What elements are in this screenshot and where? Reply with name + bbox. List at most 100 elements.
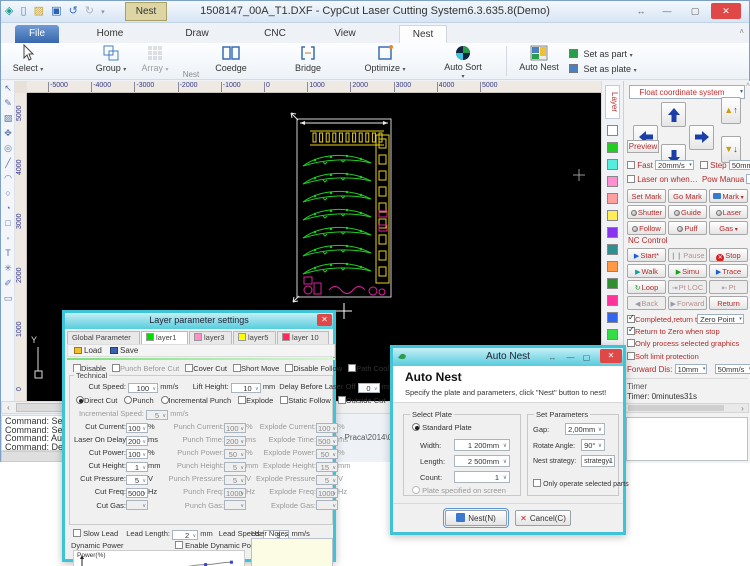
option-row[interactable]: Only process selected graphics — [627, 339, 739, 348]
step-combo[interactable]: 50mm — [729, 160, 750, 170]
nest-strategy-combo[interactable]: strategy1 — [581, 455, 615, 467]
minimize-button[interactable]: — — [655, 3, 679, 19]
auto-nest-titlebar[interactable]: Auto Nest ↔ — ▢ ✕ — [393, 348, 623, 366]
mark-button[interactable]: Mark ▾ — [709, 189, 748, 203]
set-as-plate-button[interactable]: Set as plate ▾ — [569, 62, 637, 76]
load-button[interactable]: Load — [74, 346, 102, 355]
layer-color-swatch[interactable] — [607, 193, 618, 204]
only-selected-row[interactable]: Only operate selected parts — [533, 479, 629, 488]
layer-color-swatch[interactable] — [607, 295, 618, 306]
cut-param-combo[interactable]: 5 — [126, 475, 148, 485]
delay-combo[interactable]: 0 — [358, 383, 380, 393]
group-button[interactable]: Group ▾ — [93, 44, 129, 73]
layer-option-checkbox[interactable] — [185, 364, 193, 372]
nest-close-button[interactable]: ✕ — [600, 349, 622, 363]
nest-minimize-button[interactable]: — — [564, 349, 577, 366]
star-tool-icon[interactable]: ✳ — [1, 261, 15, 276]
layer-check-4[interactable]: Disable Follow — [285, 364, 342, 373]
tab-nest[interactable]: Nest — [399, 25, 447, 43]
layer-color-swatch[interactable] — [607, 312, 618, 323]
line-tool-icon[interactable]: ╱ — [1, 156, 15, 171]
layer-option-checkbox[interactable] — [348, 364, 356, 372]
tab-draw[interactable]: Draw — [175, 25, 219, 43]
layer-tab-2[interactable]: layer3 — [189, 331, 232, 344]
simu-button[interactable]: ▶Simu — [668, 264, 707, 278]
plate-tool-icon[interactable]: ▭ — [1, 291, 15, 306]
plate-count-combo[interactable]: 1 — [454, 471, 510, 483]
option-row[interactable]: Completed,return tZero Point — [627, 314, 744, 324]
tab-file[interactable]: File — [15, 25, 59, 43]
text-tool-icon[interactable]: T — [1, 246, 15, 261]
close-button[interactable]: ✕ — [711, 3, 741, 19]
coedge-button[interactable]: Coedge — [209, 44, 253, 73]
option-row[interactable]: Soft limit protection — [627, 352, 699, 361]
rect-tool-icon[interactable]: □ — [1, 216, 15, 231]
forward-speed-combo[interactable]: 50mm/s — [715, 364, 750, 374]
layer-tab-3[interactable]: layer5 — [233, 331, 276, 344]
power-combo[interactable]: 100% — [746, 174, 750, 184]
puff-button[interactable]: Puff — [668, 221, 707, 235]
nozzle-down-button[interactable]: ▼↓ — [721, 136, 741, 163]
layer-color-swatch[interactable] — [607, 125, 618, 136]
layer-color-swatch[interactable] — [607, 210, 618, 221]
follow-button[interactable]: Follow — [627, 221, 666, 235]
mode-5[interactable]: Outside Cut — [338, 396, 386, 405]
slow-lead-checkbox[interactable] — [73, 529, 81, 537]
mode-checkbox[interactable] — [280, 396, 288, 404]
cut-param-combo[interactable]: 100 — [126, 423, 148, 433]
layer-check-5[interactable]: Path Cool — [348, 364, 389, 373]
fill-tool-icon[interactable]: ▨ — [1, 111, 15, 126]
layer-color-swatch[interactable] — [607, 261, 618, 272]
mode-radio[interactable] — [161, 396, 169, 404]
plate-length-combo[interactable]: 2 500mm — [454, 455, 510, 467]
layer-dialog-close-icon[interactable]: ✕ — [317, 314, 332, 326]
rotate-angle-combo[interactable]: 90° — [581, 439, 605, 451]
option-checkbox[interactable] — [627, 339, 635, 347]
trace-button[interactable]: ▶Trace — [709, 264, 748, 278]
cut-param-combo[interactable]: 100 — [126, 449, 148, 459]
cut-speed-combo[interactable]: 100 — [128, 383, 158, 393]
mode-3[interactable]: Explode — [238, 396, 273, 405]
layer-dialog-titlebar[interactable]: Layer parameter settings ✕ — [65, 313, 333, 329]
plate-width-combo[interactable]: 1 200mm — [454, 439, 510, 451]
guide-button[interactable]: Guide — [668, 205, 707, 219]
circle-tool-icon[interactable]: ○ — [1, 186, 15, 201]
jog-right-button[interactable] — [689, 125, 714, 150]
layer-option-checkbox[interactable] — [233, 364, 241, 372]
cut-param-combo[interactable]: 1 — [126, 462, 148, 472]
option-checkbox[interactable] — [627, 352, 635, 360]
set-as-part-button[interactable]: Set as part ▾ — [569, 47, 633, 61]
laser-button[interactable]: Laser — [709, 205, 748, 219]
layer-color-swatch[interactable] — [607, 159, 618, 170]
stop-button[interactable]: ✕Stop — [709, 248, 748, 262]
radio-icon[interactable] — [412, 423, 420, 431]
maximize-button[interactable]: ▢ — [683, 3, 707, 19]
arc3-tool-icon[interactable]: ◔ — [1, 201, 15, 216]
go-mark-button[interactable]: Go Mark — [668, 189, 707, 203]
nest-button[interactable]: Nest(N) — [445, 510, 507, 526]
layer-color-swatch[interactable] — [607, 142, 618, 153]
return-point-combo[interactable]: Zero Point — [697, 314, 744, 324]
mode-4[interactable]: Static Follow — [280, 396, 331, 405]
layer-tab-4[interactable]: layer 10 — [277, 331, 329, 344]
auto-nest-button[interactable]: Auto Nest — [519, 44, 559, 71]
forward-dis-combo[interactable]: 10mm — [675, 364, 708, 374]
laser-on-checkbox[interactable] — [627, 175, 635, 183]
mode-radio[interactable] — [76, 396, 84, 404]
layer-color-swatch[interactable] — [607, 278, 618, 289]
preview-button[interactable]: Preview — [627, 140, 659, 153]
bridge-button[interactable]: Bridge — [289, 44, 327, 73]
layer-option-checkbox[interactable] — [285, 364, 293, 372]
start--button[interactable]: ▶Start* — [627, 248, 666, 262]
jog-up-button[interactable] — [661, 102, 686, 127]
return-zero-button[interactable]: Return Zero — [709, 296, 748, 310]
layer-color-swatch[interactable] — [607, 244, 618, 255]
nest-skin-button[interactable]: ↔ — [546, 349, 559, 366]
mode-1[interactable]: Punch — [124, 396, 153, 405]
lift-height-combo[interactable]: 10 — [231, 383, 261, 393]
nest-maximize-button[interactable]: ▢ — [580, 349, 593, 366]
layer-color-swatch[interactable] — [607, 176, 618, 187]
mode-checkbox[interactable] — [238, 396, 246, 404]
optimize-button[interactable]: Optimize ▾ — [363, 44, 407, 73]
set-mark-button[interactable]: Set Mark — [627, 189, 666, 203]
